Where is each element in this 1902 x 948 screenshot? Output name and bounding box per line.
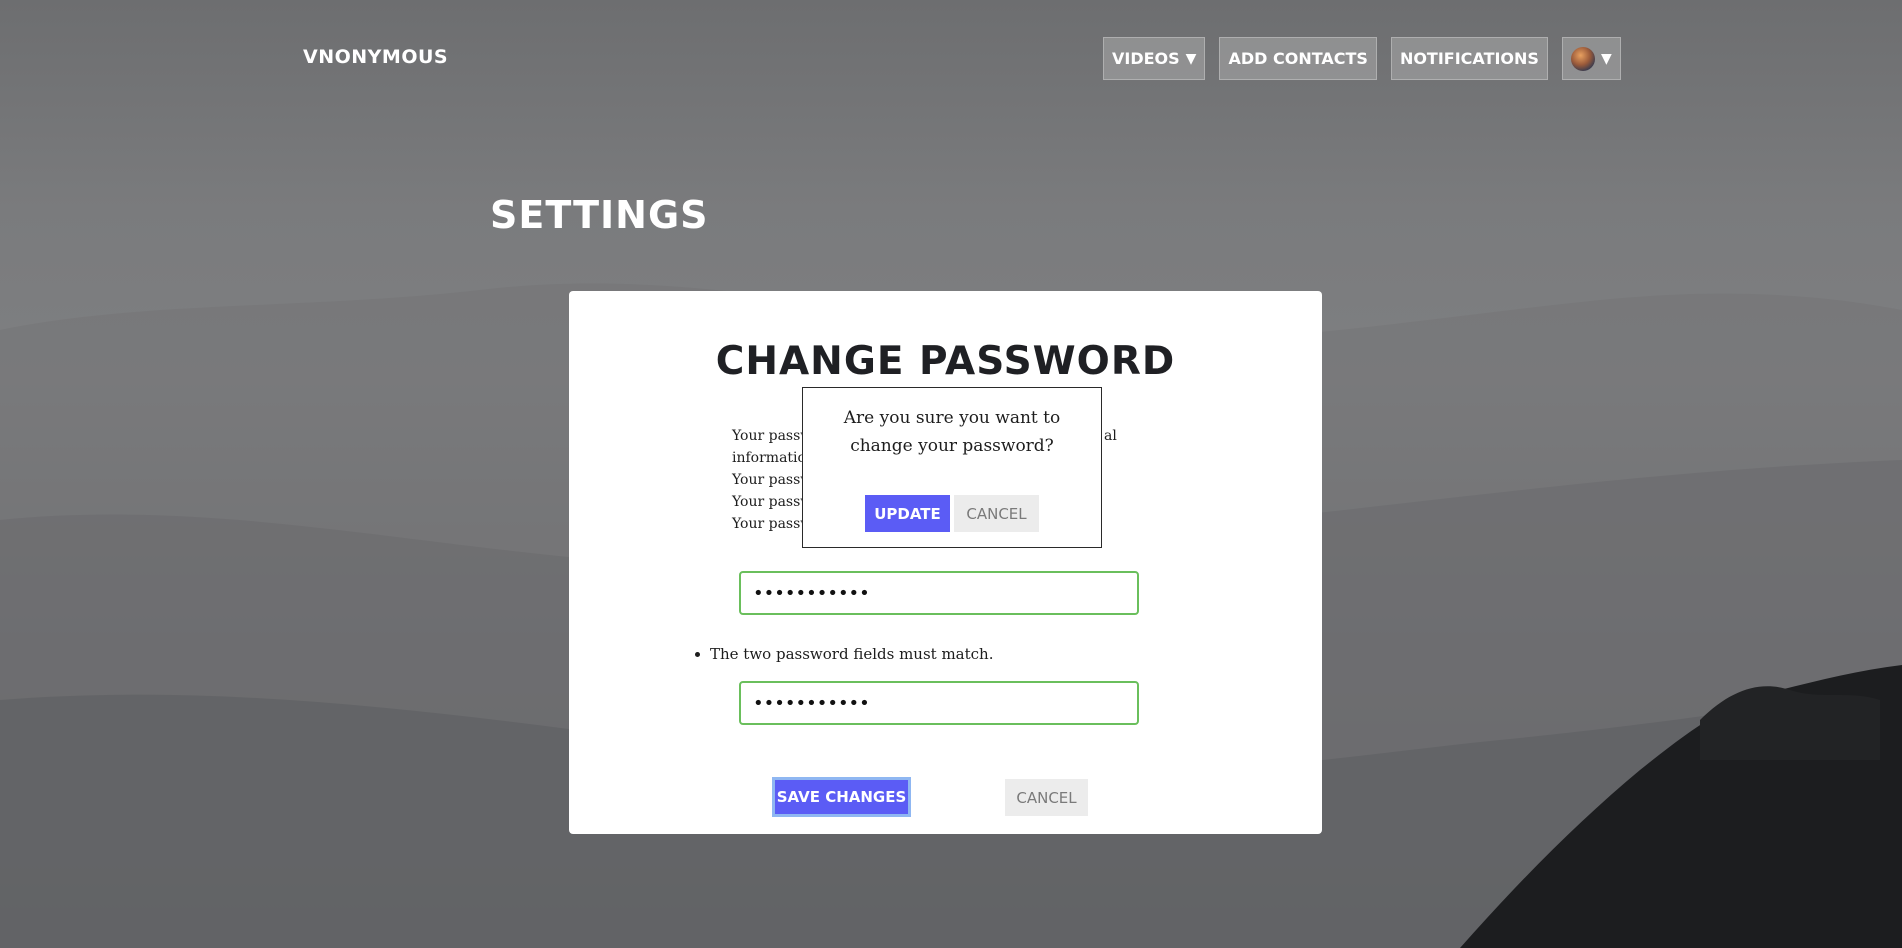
dialog-cancel-button[interactable]: CANCEL: [954, 495, 1039, 532]
confirm-dialog: Are you sure you want to change your pas…: [802, 387, 1102, 548]
videos-menu-button[interactable]: VIDEOS ▼: [1103, 37, 1206, 80]
match-error-text: The two password fields must match.: [710, 645, 994, 663]
bullet-icon: [695, 651, 700, 657]
add-contacts-button[interactable]: ADD CONTACTS: [1219, 37, 1377, 80]
chevron-down-icon: ▼: [1185, 50, 1197, 67]
notifications-label: NOTIFICATIONS: [1399, 49, 1539, 68]
top-nav: VIDEOS ▼ ADD CONTACTS NOTIFICATIONS ▼: [1103, 37, 1621, 80]
match-error: The two password fields must match.: [695, 645, 993, 663]
new-password-field[interactable]: [739, 571, 1139, 615]
avatar: [1570, 46, 1595, 71]
password-rule-fragment: al: [1104, 428, 1117, 444]
confirm-dialog-message: Are you sure you want to change your pas…: [843, 408, 1061, 456]
change-password-card: CHANGE PASSWORD Your passw informatio Yo…: [569, 291, 1322, 834]
brand-logo[interactable]: VNONYMOUS: [303, 46, 448, 68]
chevron-down-icon: ▼: [1600, 50, 1612, 67]
user-menu-button[interactable]: ▼: [1561, 37, 1621, 80]
page-title: SETTINGS: [490, 193, 709, 237]
save-changes-button[interactable]: SAVE CHANGES: [772, 777, 911, 817]
card-title: CHANGE PASSWORD: [715, 339, 1176, 384]
add-contacts-label: ADD CONTACTS: [1228, 49, 1368, 68]
cancel-button[interactable]: CANCEL: [1005, 779, 1088, 816]
update-button[interactable]: UPDATE: [865, 495, 950, 532]
notifications-button[interactable]: NOTIFICATIONS: [1390, 37, 1548, 80]
confirm-password-field[interactable]: [739, 681, 1139, 725]
videos-menu-label: VIDEOS: [1112, 49, 1180, 68]
